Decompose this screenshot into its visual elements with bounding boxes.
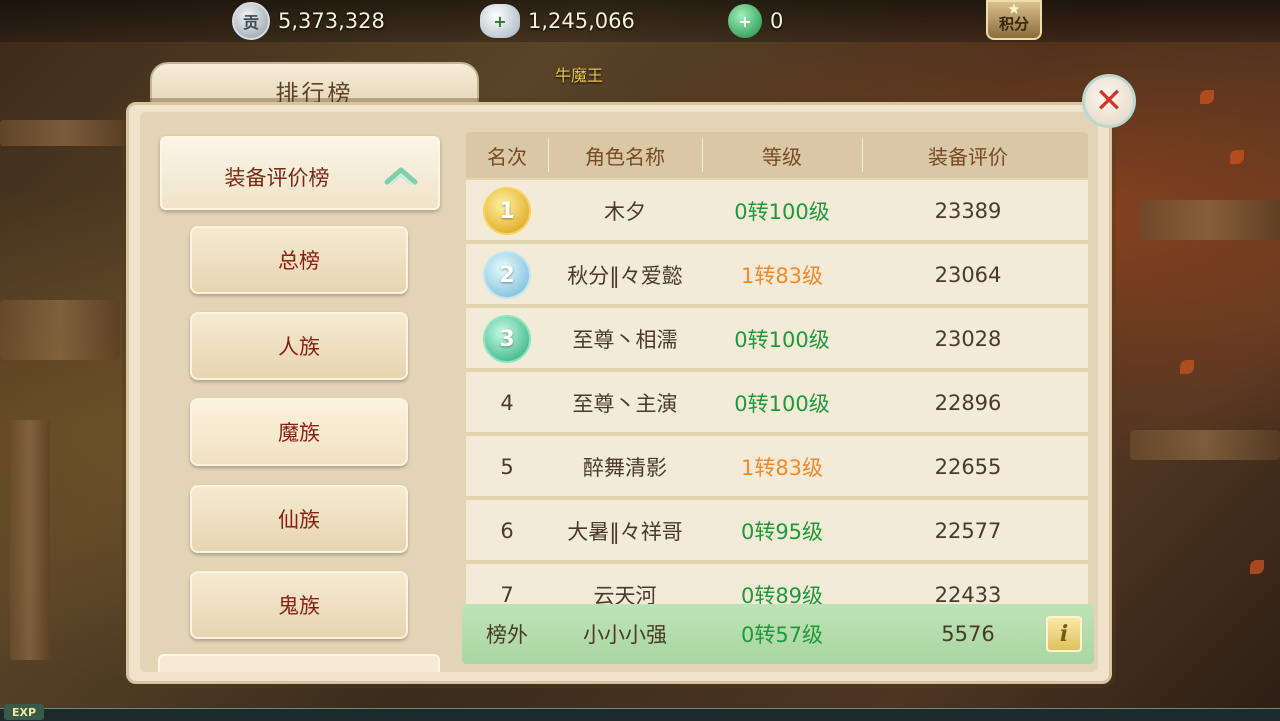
my-name: 小小小强: [583, 623, 667, 647]
close-button[interactable]: ✕: [1082, 74, 1136, 128]
player-level: 0转100级: [734, 328, 830, 352]
ranking-table[interactable]: 名次 角色名称 等级 装备评价 1 木夕 0转100级 23389 2 秋分‖々…: [466, 132, 1088, 606]
category-label: 鬼族: [278, 594, 320, 618]
bg-wooden-beam: [1140, 200, 1280, 240]
table-row[interactable]: 5 醉舞清影 1转83级 22655: [466, 436, 1088, 498]
table-row[interactable]: 4 至尊丶主演 0转100级 22896: [466, 372, 1088, 434]
contribution-value: 5,373,328: [278, 9, 385, 33]
contribution-coin-icon: 贡: [232, 2, 270, 40]
my-rank: 榜外: [486, 623, 528, 647]
equipment-score: 23028: [934, 327, 1002, 351]
silver-ingot-add-icon[interactable]: +: [480, 4, 520, 38]
player-level: 0转95级: [740, 520, 824, 544]
silver-resource: + 1,245,066: [480, 4, 635, 38]
category-list-next-item[interactable]: [158, 654, 440, 672]
experience-bar: [0, 708, 1280, 721]
category-label: 魔族: [278, 421, 320, 445]
star-icon: ★: [1007, 0, 1021, 18]
bg-maple-leaf: [1250, 560, 1264, 574]
my-equipment-score: 5576: [941, 622, 995, 646]
category-label: 仙族: [278, 508, 320, 532]
column-header-name: 角色名称: [585, 144, 665, 169]
player-level: 0转89级: [740, 584, 824, 606]
my-rank-row: 榜外 小小小强 0转57级 5576 i: [462, 604, 1094, 664]
category-button-ghost[interactable]: 鬼族: [190, 571, 408, 639]
rank-number: 4: [500, 391, 514, 415]
bg-wooden-beam: [1130, 430, 1280, 460]
column-header-rank: 名次: [487, 144, 527, 169]
player-name: 醉舞清影: [583, 456, 667, 480]
silver-medal-icon: 2: [483, 251, 531, 299]
column-header-equipment-rating: 装备评价: [928, 144, 1008, 169]
category-header-equipment-rating[interactable]: 装备评价榜: [160, 136, 440, 210]
equipment-score: 22655: [934, 455, 1002, 479]
jade-add-icon[interactable]: +: [728, 4, 762, 38]
jade-resource: + 0: [728, 4, 783, 38]
category-label: 总榜: [278, 249, 320, 273]
bg-wooden-beam: [0, 300, 120, 360]
points-button[interactable]: ★ 积分: [986, 0, 1042, 40]
category-label: 人族: [278, 335, 320, 359]
player-level: 1转83级: [740, 264, 824, 288]
player-level: 0转100级: [734, 200, 830, 224]
my-level: 0转57级: [740, 623, 824, 647]
category-button-all[interactable]: 总榜: [190, 226, 408, 294]
rank-number: 6: [500, 519, 514, 543]
player-name: 云天河: [593, 584, 657, 606]
player-name: 大暑‖々祥哥: [567, 520, 683, 544]
bg-maple-leaf: [1180, 360, 1194, 374]
silver-value: 1,245,066: [528, 9, 635, 33]
table-row[interactable]: 2 秋分‖々爱懿 1转83级 23064: [466, 244, 1088, 306]
equipment-score: 23064: [934, 263, 1002, 287]
info-button[interactable]: i: [1046, 616, 1082, 652]
category-button-human[interactable]: 人族: [190, 312, 408, 380]
gold-medal-icon: 1: [483, 187, 531, 235]
contribution-resource: 贡 5,373,328: [232, 2, 385, 40]
close-icon: ✕: [1094, 81, 1124, 121]
table-header: 名次 角色名称 等级 装备评价: [466, 132, 1088, 178]
equipment-score: 22433: [934, 583, 1002, 606]
player-name: 至尊丶主演: [572, 392, 678, 416]
rank-cell: 1: [466, 180, 548, 242]
player-level: 1转83级: [740, 456, 824, 480]
table-row[interactable]: 6 大暑‖々祥哥 0转95级 22577: [466, 500, 1088, 562]
equipment-score: 22896: [934, 391, 1002, 415]
bg-maple-leaf: [1230, 150, 1244, 164]
column-header-level: 等级: [762, 144, 802, 169]
resource-bar: 贡 5,373,328 + 1,245,066 + 0 ★ 积分: [0, 0, 1280, 42]
category-button-demon[interactable]: 魔族: [190, 398, 408, 466]
bg-wooden-beam: [0, 120, 130, 146]
table-row[interactable]: 3 至尊丶相濡 0转100级 23028: [466, 308, 1088, 370]
npc-name-label: 牛魔王: [555, 66, 604, 85]
bg-wooden-post: [10, 420, 50, 660]
jade-medal-icon: 3: [483, 315, 531, 363]
equipment-score: 22577: [934, 519, 1002, 543]
player-name: 木夕: [604, 200, 646, 224]
rank-number: 7: [500, 583, 514, 606]
rank-number: 5: [500, 455, 514, 479]
player-level: 0转100级: [734, 392, 830, 416]
chevron-up-icon: [384, 167, 418, 185]
player-name: 至尊丶相濡: [572, 328, 678, 352]
table-row[interactable]: 1 木夕 0转100级 23389: [466, 180, 1088, 242]
exp-label: EXP: [4, 704, 44, 720]
info-icon: i: [1059, 621, 1069, 647]
bg-maple-leaf: [1200, 90, 1214, 104]
category-header-label: 装备评价榜: [224, 166, 330, 190]
category-button-immortal[interactable]: 仙族: [190, 485, 408, 553]
player-name: 秋分‖々爱懿: [567, 264, 683, 288]
jade-value: 0: [770, 9, 784, 33]
rank-cell: 3: [466, 308, 548, 370]
table-row[interactable]: 7 云天河 0转89级 22433: [466, 564, 1088, 606]
equipment-score: 23389: [934, 199, 1002, 223]
rank-cell: 2: [466, 244, 548, 306]
